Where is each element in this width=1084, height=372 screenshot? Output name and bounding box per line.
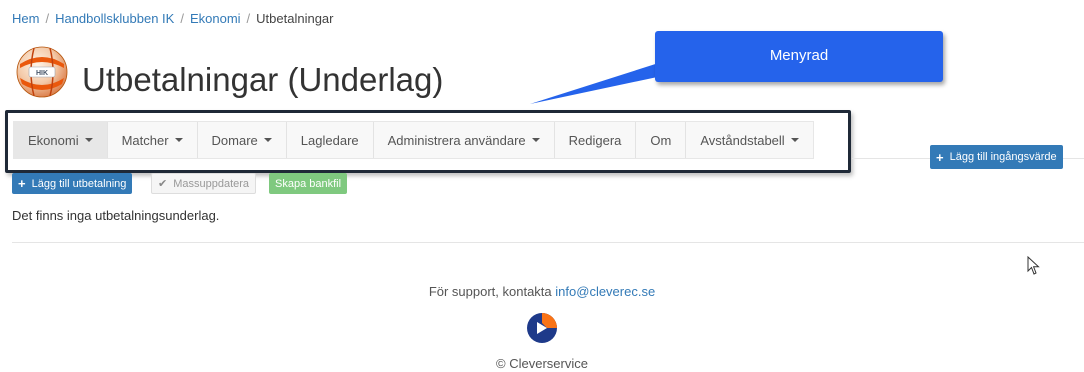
menu-item-label: Matcher xyxy=(121,132,169,148)
divider xyxy=(12,242,1084,243)
plus-icon: + xyxy=(18,176,26,191)
menu-item-label: Administrera användare xyxy=(387,132,526,148)
create-bank-file-button[interactable]: Skapa bankfil xyxy=(269,173,348,194)
page-title: Utbetalningar (Underlag) xyxy=(82,61,444,98)
menu-item-domare[interactable]: Domare xyxy=(198,122,287,158)
menu-item-label: Om xyxy=(650,132,672,148)
breadcrumb: Hem / Handbollsklubben IK / Ekonomi / Utbetaln… xyxy=(12,11,333,26)
menu-item-label: Lagledare xyxy=(300,132,359,148)
button-label: Lägg till ingångsvärde xyxy=(949,151,1057,163)
plus-icon: + xyxy=(936,149,944,165)
caret-down-icon xyxy=(174,138,183,142)
menu-item-label: Ekonomi xyxy=(28,132,79,148)
callout-text: Menyrad xyxy=(769,47,829,64)
bulk-update-button[interactable]: ✔ Massuppdatera xyxy=(151,173,257,194)
empty-state-message: Det finns inga utbetalningsunderlag. xyxy=(12,208,220,223)
support-prefix: För support, kontakta xyxy=(428,284,552,299)
menu-item-label: Redigera xyxy=(568,132,622,148)
menu-item-administrera-anvandare[interactable]: Administrera användare xyxy=(374,122,555,158)
menu-item-matcher[interactable]: Matcher xyxy=(108,122,198,158)
button-label: Skapa bankfil xyxy=(275,177,342,190)
logo-text: HIK xyxy=(36,70,48,77)
breadcrumb-economy[interactable]: Ekonomi xyxy=(190,11,241,26)
add-payment-button[interactable]: + Lägg till utbetalning xyxy=(12,173,133,194)
add-initial-value-button[interactable]: + Lägg till ingångsvärde xyxy=(930,145,1063,169)
menu-item-avstandstabell[interactable]: Avståndstabell xyxy=(686,122,812,158)
menu-bar: Ekonomi Matcher Domare Lagledare Adminis… xyxy=(13,121,814,159)
support-text: För support, kontakta info@cleverec.se xyxy=(0,284,1084,299)
caret-down-icon xyxy=(531,138,540,142)
copyright: © Cleverservice xyxy=(496,356,588,371)
menu-item-label: Domare xyxy=(211,132,258,148)
cleverservice-logo-icon xyxy=(527,313,557,343)
breadcrumb-current: Utbetalningar xyxy=(256,11,334,26)
club-logo-handball-icon: HIK xyxy=(16,46,68,98)
breadcrumb-separator: / xyxy=(246,11,251,26)
breadcrumb-home[interactable]: Hem xyxy=(12,11,39,26)
caret-down-icon xyxy=(790,138,799,142)
breadcrumb-club[interactable]: Handbollsklubben IK xyxy=(55,11,174,26)
button-label: Lägg till utbetalning xyxy=(31,177,127,190)
menu-item-om[interactable]: Om xyxy=(636,122,687,158)
menu-item-label: Avståndstabell xyxy=(700,132,785,148)
caret-down-icon xyxy=(263,138,272,142)
support-email-link[interactable]: info@cleverec.se xyxy=(555,284,655,299)
breadcrumb-separator: / xyxy=(180,11,184,26)
menu-item-lagledare[interactable]: Lagledare xyxy=(287,122,374,158)
mouse-cursor-icon xyxy=(1027,256,1040,275)
menu-item-ekonomi[interactable]: Ekonomi xyxy=(14,122,108,158)
breadcrumb-separator: / xyxy=(45,11,50,26)
button-label: Massuppdatera xyxy=(173,177,250,190)
caret-down-icon xyxy=(84,138,93,142)
menu-item-redigera[interactable]: Redigera xyxy=(555,122,637,158)
check-icon: ✔ xyxy=(158,178,168,190)
callout-box: Menyrad xyxy=(655,31,943,82)
